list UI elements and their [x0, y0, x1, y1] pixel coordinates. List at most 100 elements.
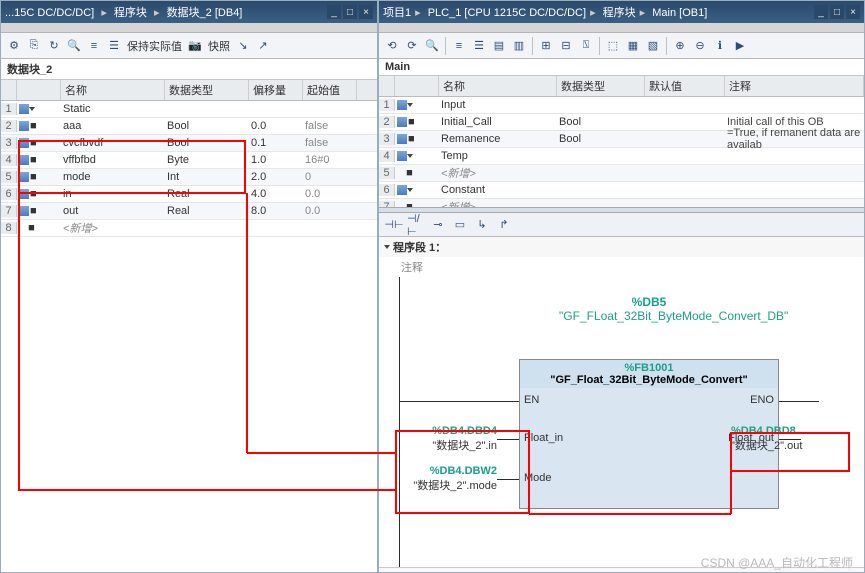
section-label: Input — [439, 99, 557, 111]
add-row[interactable]: 7 ■ <新增> — [379, 199, 864, 207]
table-row[interactable]: 5 ■modeInt2.00 — [1, 169, 377, 186]
tool-icon[interactable]: ⊟ — [557, 37, 575, 55]
table-row[interactable]: 2 ■aaaBool0.0false — [1, 118, 377, 135]
tool-icon[interactable]: ▥ — [510, 37, 528, 55]
maximize-icon[interactable]: □ — [830, 5, 844, 19]
tool-icon[interactable]: ☰ — [470, 37, 488, 55]
fb-header: %FB1001 "GF_Float_32Bit_ByteMode_Convert… — [520, 360, 778, 388]
tool-icon[interactable]: ⊕ — [671, 37, 689, 55]
add-row[interactable]: 8 ■ <新增> — [1, 220, 377, 237]
hdr-name[interactable]: 名称 — [439, 76, 557, 96]
tool-icon[interactable]: ⎘ — [25, 37, 43, 55]
crumb[interactable]: 程序块 — [603, 7, 636, 19]
power-rail — [399, 277, 400, 567]
tool-icon[interactable]: ≡ — [85, 37, 103, 55]
coil-icon[interactable]: ⊸ — [429, 216, 447, 234]
branch-icon[interactable]: ↳ — [473, 216, 491, 234]
tool-icon[interactable]: ⟲ — [383, 37, 401, 55]
add-label: <新增> — [439, 165, 557, 181]
tool-icon[interactable]: ≡ — [450, 37, 468, 55]
contact-icon[interactable]: ⊣⊢ — [385, 216, 403, 234]
table-row[interactable]: 4 ■vffbfbdByte1.016#0 — [1, 152, 377, 169]
tool-icon[interactable]: ▶ — [731, 37, 749, 55]
filter-bar — [379, 23, 864, 33]
ncontact-icon[interactable]: ⊣/⊢ — [407, 216, 425, 234]
tool-icon[interactable]: ▦ — [624, 37, 642, 55]
seg-title: 程序段 1： — [393, 239, 446, 255]
wire — [497, 479, 519, 480]
table-row[interactable]: 7 ■outReal8.00.0 — [1, 203, 377, 220]
crumb[interactable]: Main [OB1] — [652, 7, 707, 19]
branch-icon[interactable]: ↱ — [495, 216, 513, 234]
hdr-name[interactable]: 名称 — [61, 80, 165, 100]
tool-icon[interactable]: ⚙ — [5, 37, 23, 55]
instance-db: %DB5 "GF_FLoat_32Bit_ByteMode_Convert_DB… — [559, 295, 739, 323]
tool-icon[interactable]: ▤ — [490, 37, 508, 55]
interface-rows: 1 Input 2 ■Initial_CallBoolInitial call … — [379, 97, 864, 207]
sig-mode[interactable]: %DB4.DBW2"数据块_2".mode — [397, 465, 497, 493]
table-row[interactable]: 3 ■RemanenceBool=True, if remanent data … — [379, 131, 864, 148]
crumb[interactable]: PLC_1 [CPU 1215C DC/DC/DC] — [428, 7, 586, 19]
crumb[interactable]: ...15C DC/DC/DC] — [5, 7, 94, 19]
hdr-type[interactable]: 数据类型 — [165, 80, 249, 100]
lad-diagram[interactable]: %DB5 "GF_FLoat_32Bit_ByteMode_Convert_DB… — [379, 277, 864, 567]
tool-icon[interactable]: ↗ — [254, 37, 272, 55]
sig-float-out[interactable]: %DB4.DBD8"数据块_2".out — [731, 425, 851, 453]
tool-icon[interactable]: 🔍 — [65, 37, 83, 55]
left-toolbar: ⚙ ⎘ ↻ 🔍 ≡ ☰ 保持实际值 📷 快照 ↘ ↗ — [1, 33, 377, 59]
sig-float-in[interactable]: %DB4.DBD4"数据块_2".in — [397, 425, 497, 453]
network-toolbar: ⊣⊢ ⊣/⊢ ⊸ ▭ ↳ ↱ — [379, 213, 864, 237]
left-title-bar: ...15C DC/DC/DC] ▸ 程序块 ▸ 数据块_2 [DB4] _ □… — [1, 1, 377, 23]
block-name: 数据块_2 — [1, 59, 377, 80]
hdr-start[interactable]: 起始值 — [303, 80, 357, 100]
close-icon[interactable]: × — [359, 5, 373, 19]
tool-icon[interactable]: ⬚ — [604, 37, 622, 55]
minimize-icon[interactable]: _ — [327, 5, 341, 19]
maximize-icon[interactable]: □ — [343, 5, 357, 19]
hdr-type[interactable]: 数据类型 — [557, 76, 645, 96]
close-icon[interactable]: × — [846, 5, 860, 19]
seg-title: 程序段 2： — [393, 570, 446, 572]
tool-icon[interactable]: ↻ — [45, 37, 63, 55]
snapshot-label[interactable]: 快照 — [206, 38, 232, 54]
keep-actuals-label[interactable]: 保持实际值 — [125, 38, 184, 54]
crumb[interactable]: 项目1 — [383, 7, 411, 19]
tool-icon[interactable]: 🔍 — [423, 37, 441, 55]
box-icon[interactable]: ▭ — [451, 216, 469, 234]
tool-icon[interactable]: ⟳ — [403, 37, 421, 55]
left-header: 名称 数据类型 偏移量 起始值 — [1, 80, 377, 101]
tool-icon[interactable]: 📷 — [186, 37, 204, 55]
minimize-icon[interactable]: _ — [814, 5, 828, 19]
segment-2: 程序段 2： — [379, 568, 864, 572]
tool-icon[interactable]: ℹ — [711, 37, 729, 55]
hdr-offset[interactable]: 偏移量 — [249, 80, 303, 100]
filter-bar — [1, 23, 377, 33]
right-toolbar: ⟲ ⟳ 🔍 ≡ ☰ ▤ ▥ ⊞ ⊟ ⍂ ⬚ ▦ ▧ ⊕ ⊖ ℹ ▶ — [379, 33, 864, 59]
segment-header[interactable]: 程序段 1： — [379, 237, 864, 257]
tool-icon[interactable]: ▧ — [644, 37, 662, 55]
tool-icon[interactable]: ⊞ — [537, 37, 555, 55]
hdr-default[interactable]: 默认值 — [645, 76, 725, 96]
constant-section[interactable]: 6 Constant — [379, 182, 864, 199]
left-rows: 1 Static 2 ■aaaBool0.0false3 ■cvcfbvdfBo… — [1, 101, 377, 572]
table-row[interactable]: 3 ■cvcfbvdfBool0.1false — [1, 135, 377, 152]
tool-icon[interactable]: ⍂ — [577, 37, 595, 55]
crumb[interactable]: 程序块 — [114, 7, 147, 19]
tool-icon[interactable]: ↘ — [234, 37, 252, 55]
segment-1: 程序段 1： 注释 %DB5 "GF_FLoat_32Bit_ByteMode_… — [379, 237, 864, 568]
crumb[interactable]: 数据块_2 [DB4] — [167, 7, 243, 19]
segment-header[interactable]: 程序段 2： — [379, 568, 864, 572]
db-editor-pane: ...15C DC/DC/DC] ▸ 程序块 ▸ 数据块_2 [DB4] _ □… — [0, 0, 378, 573]
static-row[interactable]: 1 Static — [1, 101, 377, 118]
wire — [399, 401, 519, 402]
tool-icon[interactable]: ⊖ — [691, 37, 709, 55]
table-row[interactable]: 6 ■inReal4.00.0 — [1, 186, 377, 203]
wire — [779, 401, 819, 402]
input-section[interactable]: 1 Input — [379, 97, 864, 114]
tool-icon[interactable]: ☰ — [105, 37, 123, 55]
hdr-comment[interactable]: 注释 — [725, 76, 864, 96]
add-row[interactable]: 5 ■ <新增> — [379, 165, 864, 182]
seg-comment[interactable]: 注释 — [379, 257, 864, 277]
pin-float-in: Float_in — [524, 432, 563, 444]
add-label: <新增> — [439, 199, 557, 207]
